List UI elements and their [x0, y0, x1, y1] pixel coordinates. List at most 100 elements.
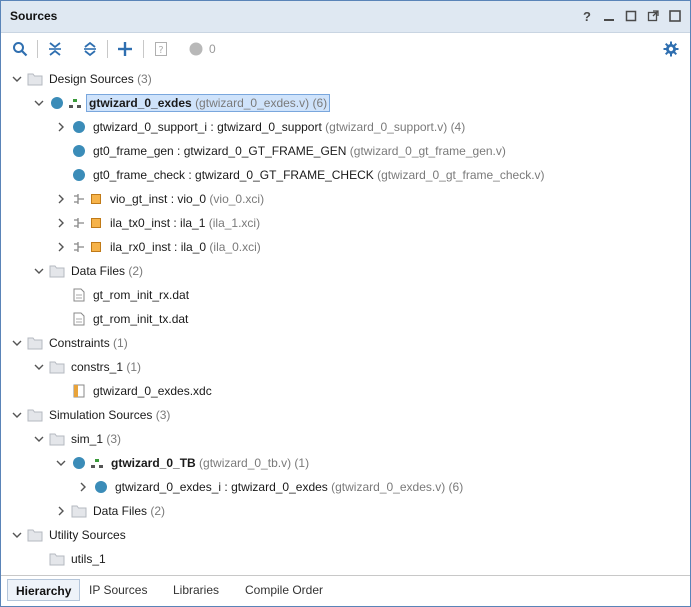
tab-hierarchy[interactable]: Hierarchy — [7, 579, 81, 601]
collapsed-chevron-icon[interactable] — [55, 121, 67, 133]
search-icon — [13, 42, 28, 57]
tree-node-constrs-1[interactable]: constrs_1 (1) — [1, 355, 690, 379]
module-dot-icon — [93, 479, 109, 495]
expanded-chevron-icon[interactable] — [11, 409, 23, 421]
node-file: (gtwizard_0_support.v) — [325, 120, 448, 134]
ip-plug-icon — [71, 239, 87, 255]
plus-icon — [118, 42, 132, 56]
tab-ip-sources[interactable]: IP Sources — [81, 579, 155, 601]
constraints-file-icon — [71, 383, 87, 399]
node-count: (6) — [448, 480, 464, 494]
tree-node-simulation-sources[interactable]: Simulation Sources (3) — [1, 403, 690, 427]
ip-plug-icon — [71, 215, 87, 231]
minimize-button[interactable] — [602, 9, 616, 23]
node-label: gt_rom_init_tx.dat — [93, 312, 189, 326]
node-label: ila_tx0_inst : ila_1 — [110, 216, 206, 230]
messages-indicator[interactable] — [187, 40, 205, 58]
node-count: (4) — [450, 120, 466, 134]
expanded-chevron-icon[interactable] — [11, 529, 23, 541]
tree-node-constraints[interactable]: Constraints (1) — [1, 331, 690, 355]
tree-node-ila-tx[interactable]: ila_tx0_inst : ila_1 (ila_1.xci) — [1, 211, 690, 235]
expanded-chevron-icon[interactable] — [33, 433, 45, 445]
tree-node-vio[interactable]: vio_gt_inst : vio_0 (vio_0.xci) — [1, 187, 690, 211]
file-icon — [71, 287, 87, 303]
restore-button[interactable] — [624, 9, 638, 23]
node-label: gtwizard_0_exdes — [89, 96, 192, 110]
add-sources-button[interactable] — [116, 40, 134, 58]
node-file: (gtwizard_0_gt_frame_gen.v) — [349, 144, 506, 158]
expanded-chevron-icon[interactable] — [33, 97, 45, 109]
tree-node-rom-tx[interactable]: gt_rom_init_tx.dat — [1, 307, 690, 331]
tree-node-support[interactable]: gtwizard_0_support_i : gtwizard_0_suppor… — [1, 115, 690, 139]
node-file: (vio_0.xci) — [209, 192, 265, 206]
svg-text:?: ? — [158, 45, 163, 56]
settings-button[interactable] — [662, 40, 680, 58]
float-button[interactable] — [646, 9, 660, 23]
tree-node-gtwizard-0-exdes[interactable]: gtwizard_0_exdes (gtwizard_0_exdes.v) (6… — [1, 91, 690, 115]
ip-core-icon — [88, 215, 104, 231]
collapse-all-icon — [49, 42, 61, 56]
tree-node-frame-gen[interactable]: gt0_frame_gen : gtwizard_0_GT_FRAME_GEN … — [1, 139, 690, 163]
expanded-chevron-icon[interactable] — [11, 337, 23, 349]
node-count: (3) — [137, 72, 152, 86]
node-count: (6) — [312, 96, 328, 110]
ip-plug-icon — [71, 191, 87, 207]
node-label: Utility Sources — [49, 528, 126, 542]
question-document-icon: ? — [155, 42, 167, 56]
status-circle-icon — [189, 42, 203, 56]
sources-tree: Design Sources (3) gtwizard_0_exdes (gtw… — [1, 65, 690, 573]
tree-node-tb[interactable]: gtwizard_0_TB (gtwizard_0_tb.v) (1) — [1, 451, 690, 475]
node-label: gtwizard_0_exdes.xdc — [93, 384, 212, 398]
node-label: gt0_frame_gen : gtwizard_0_GT_FRAME_GEN — [93, 144, 347, 158]
collapse-all-button[interactable] — [46, 40, 64, 58]
module-dot-icon — [71, 167, 87, 183]
tab-libraries[interactable]: Libraries — [165, 579, 227, 601]
tree-node-xdc[interactable]: gtwizard_0_exdes.xdc — [1, 379, 690, 403]
tree-node-design-sources[interactable]: Design Sources (3) — [1, 67, 690, 91]
expanded-chevron-icon[interactable] — [33, 265, 45, 277]
tree-node-utils-1[interactable]: utils_1 — [1, 547, 690, 571]
expanded-chevron-icon[interactable] — [55, 457, 67, 469]
collapsed-chevron-icon[interactable] — [55, 193, 67, 205]
help-icon[interactable]: ? — [580, 9, 594, 24]
collapsed-chevron-icon[interactable] — [55, 241, 67, 253]
collapsed-chevron-icon[interactable] — [55, 505, 67, 517]
source-file-properties-button[interactable]: ? — [152, 40, 170, 58]
node-label: Data Files — [93, 504, 148, 518]
tree-node-sim-1[interactable]: sim_1 (3) — [1, 427, 690, 451]
folder-icon — [49, 359, 65, 375]
folder-icon — [49, 431, 65, 447]
search-button[interactable] — [11, 40, 29, 58]
folder-icon — [27, 71, 43, 87]
expanded-chevron-icon[interactable] — [33, 361, 45, 373]
node-label: sim_1 — [71, 432, 104, 446]
node-label: ila_rx0_inst : ila_0 — [110, 240, 207, 254]
selected-node[interactable]: gtwizard_0_exdes (gtwizard_0_exdes.v) (6… — [86, 94, 331, 112]
folder-icon — [27, 335, 43, 351]
node-label: gtwizard_0_TB — [111, 456, 196, 470]
tree-node-exdes-i[interactable]: gtwizard_0_exdes_i : gtwizard_0_exdes (g… — [1, 475, 690, 499]
sources-window: Sources ? ? 0 Design Sources (3) gtwizar… — [0, 0, 691, 607]
node-label: Simulation Sources — [49, 408, 153, 422]
maximize-button[interactable] — [668, 9, 682, 23]
folder-icon — [49, 263, 65, 279]
tree-node-data-files[interactable]: Data Files (2) — [1, 259, 690, 283]
collapsed-chevron-icon[interactable] — [77, 481, 89, 493]
expanded-chevron-icon[interactable] — [11, 73, 23, 85]
message-count: 0 — [209, 42, 216, 56]
tab-compile-order[interactable]: Compile Order — [237, 579, 331, 601]
node-file: (gtwizard_0_exdes.v) — [331, 480, 446, 494]
minimize-icon — [604, 19, 614, 21]
ip-core-icon — [88, 239, 104, 255]
tree-node-rom-rx[interactable]: gt_rom_init_rx.dat — [1, 283, 690, 307]
module-dot-icon — [71, 119, 87, 135]
collapsed-chevron-icon[interactable] — [55, 217, 67, 229]
file-icon — [71, 311, 87, 327]
tree-node-ila-rx[interactable]: ila_rx0_inst : ila_0 (ila_0.xci) — [1, 235, 690, 259]
tree-node-utility-sources[interactable]: Utility Sources — [1, 523, 690, 547]
node-label: Data Files — [71, 264, 126, 278]
tree-node-frame-check[interactable]: gt0_frame_check : gtwizard_0_GT_FRAME_CH… — [1, 163, 690, 187]
expand-all-button[interactable] — [81, 40, 99, 58]
tree-node-sim-data-files[interactable]: Data Files (2) — [1, 499, 690, 523]
ip-core-icon — [88, 191, 104, 207]
